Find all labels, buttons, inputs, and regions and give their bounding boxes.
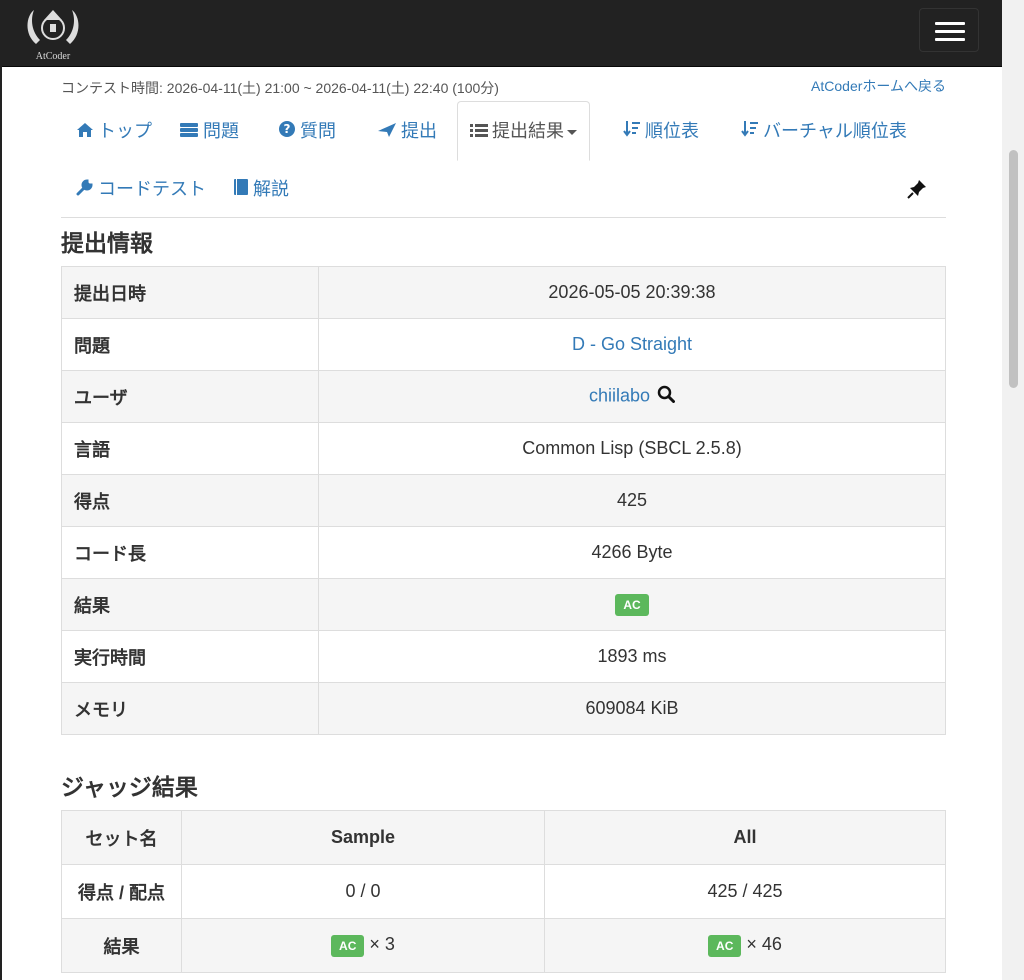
language-value: Common Lisp (SBCL 2.5.8): [318, 422, 946, 475]
result-count: × 46: [746, 934, 782, 955]
table-row: 言語 Common Lisp (SBCL 2.5.8): [61, 422, 946, 475]
sort-icon: [741, 113, 759, 151]
all-score: 425 / 425: [544, 864, 946, 919]
row-key: 問題: [61, 318, 319, 371]
tab-label: 順位表: [645, 121, 699, 141]
table-row: 得点 425: [61, 474, 946, 527]
contest-time: コンテスト時間: 2026-04-11(土) 21:00 ~ 2026-04-1…: [61, 80, 499, 96]
ac-badge: AC: [708, 934, 742, 957]
tab-standings[interactable]: 順位表: [623, 112, 699, 150]
sample-result: AC × 3: [181, 918, 545, 973]
hamburger-icon: [935, 22, 965, 25]
table-row: 結果 AC: [61, 578, 946, 631]
scrollbar-thumb[interactable]: [1009, 150, 1018, 388]
submission-table: 提出日時 2026-05-05 20:39:38 問題 D - Go Strai…: [61, 266, 946, 735]
ac-badge: AC: [615, 593, 649, 616]
result-count: × 3: [369, 934, 395, 955]
tab-clarifications[interactable]: ? 質問: [278, 112, 336, 150]
logo-text: AtCoder: [35, 51, 71, 62]
judge-heading: ジャッジ結果: [61, 774, 198, 800]
tab-label: 問題: [203, 121, 239, 141]
problem-cell: D - Go Straight: [318, 318, 946, 371]
submission-heading: 提出情報: [61, 230, 153, 256]
judge-table: セット名 Sample All 得点 / 配点 0 / 0 425 / 425 …: [61, 810, 946, 973]
tab-label: 質問: [300, 121, 336, 141]
row-key: 提出日時: [61, 266, 319, 319]
row-key: メモリ: [61, 682, 319, 735]
row-key: コード長: [61, 526, 319, 579]
wrench-icon: [76, 171, 94, 209]
row-key: 言語: [61, 422, 319, 475]
tab-top[interactable]: トップ: [76, 112, 152, 150]
row-key: 実行時間: [61, 630, 319, 683]
home-link[interactable]: AtCoderホームへ戻る: [811, 76, 946, 96]
top-navbar: AtCoder: [0, 0, 1002, 67]
table-row: 提出日時 2026-05-05 20:39:38: [61, 266, 946, 319]
sample-score: 0 / 0: [181, 864, 545, 919]
scrollbar-track[interactable]: [1002, 0, 1024, 980]
svg-text:?: ?: [284, 122, 291, 136]
tab-label: 提出結果: [492, 121, 564, 141]
hamburger-icon: [935, 30, 965, 33]
question-icon: ?: [278, 113, 296, 151]
ac-badge: AC: [331, 934, 365, 957]
home-icon: [76, 113, 94, 151]
problem-link[interactable]: D - Go Straight: [572, 334, 692, 354]
all-result: AC × 46: [544, 918, 946, 973]
menu-toggle-button[interactable]: [919, 8, 979, 52]
set-all-header: All: [544, 810, 946, 865]
sort-icon: [623, 113, 641, 151]
tab-label: バーチャル順位表: [763, 121, 907, 141]
tab-custom-test[interactable]: コードテスト: [76, 170, 206, 208]
send-icon: [377, 113, 397, 151]
tab-tasks[interactable]: 問題: [179, 112, 239, 150]
code-length-value: 4266 Byte: [318, 526, 946, 579]
book-icon: [233, 171, 249, 209]
score-value: 425: [318, 474, 946, 527]
tab-label: 解説: [253, 179, 289, 199]
result-label: 結果: [61, 918, 182, 973]
tab-submit[interactable]: 提出: [377, 112, 437, 150]
table-row: ユーザ chiilabo: [61, 370, 946, 423]
exec-time-value: 1893 ms: [318, 630, 946, 683]
submission-datetime: 2026-05-05 20:39:38: [318, 266, 946, 319]
row-key: 得点: [61, 474, 319, 527]
chevron-down-icon: [567, 129, 577, 135]
tab-virtual-standings[interactable]: バーチャル順位表: [741, 112, 907, 150]
set-name-header: セット名: [61, 810, 182, 865]
pushpin-icon[interactable]: [906, 178, 928, 205]
memory-value: 609084 KiB: [318, 682, 946, 735]
tab-label: トップ: [98, 121, 152, 141]
tab-label: コードテスト: [98, 179, 206, 199]
list-icon: [470, 103, 488, 161]
table-row: 実行時間 1893 ms: [61, 630, 946, 683]
table-row: コード長 4266 Byte: [61, 526, 946, 579]
table-row: 問題 D - Go Straight: [61, 318, 946, 371]
table-row: 結果 AC × 3 AC × 46: [61, 918, 946, 973]
user-link[interactable]: chiilabo: [589, 385, 650, 405]
hamburger-icon: [935, 38, 965, 41]
score-label: 得点 / 配点: [61, 864, 182, 919]
user-cell: chiilabo: [318, 370, 946, 423]
tab-editorial[interactable]: 解説: [233, 170, 289, 208]
table-row: セット名 Sample All: [61, 810, 946, 865]
row-key: 結果: [61, 578, 319, 631]
set-sample-header: Sample: [181, 810, 545, 865]
table-row: 得点 / 配点 0 / 0 425 / 425: [61, 864, 946, 919]
table-row: メモリ 609084 KiB: [61, 682, 946, 735]
tasks-icon: [179, 113, 199, 151]
left-border: [0, 66, 2, 980]
laurel-crest-icon: [27, 10, 79, 44]
search-icon[interactable]: [657, 385, 676, 408]
nav-divider: [61, 217, 946, 218]
atcoder-logo[interactable]: AtCoder: [20, 4, 100, 62]
row-key: ユーザ: [61, 370, 319, 423]
tab-label: 提出: [401, 121, 437, 141]
tab-results[interactable]: 提出結果: [457, 101, 590, 161]
result-cell: AC: [318, 578, 946, 631]
